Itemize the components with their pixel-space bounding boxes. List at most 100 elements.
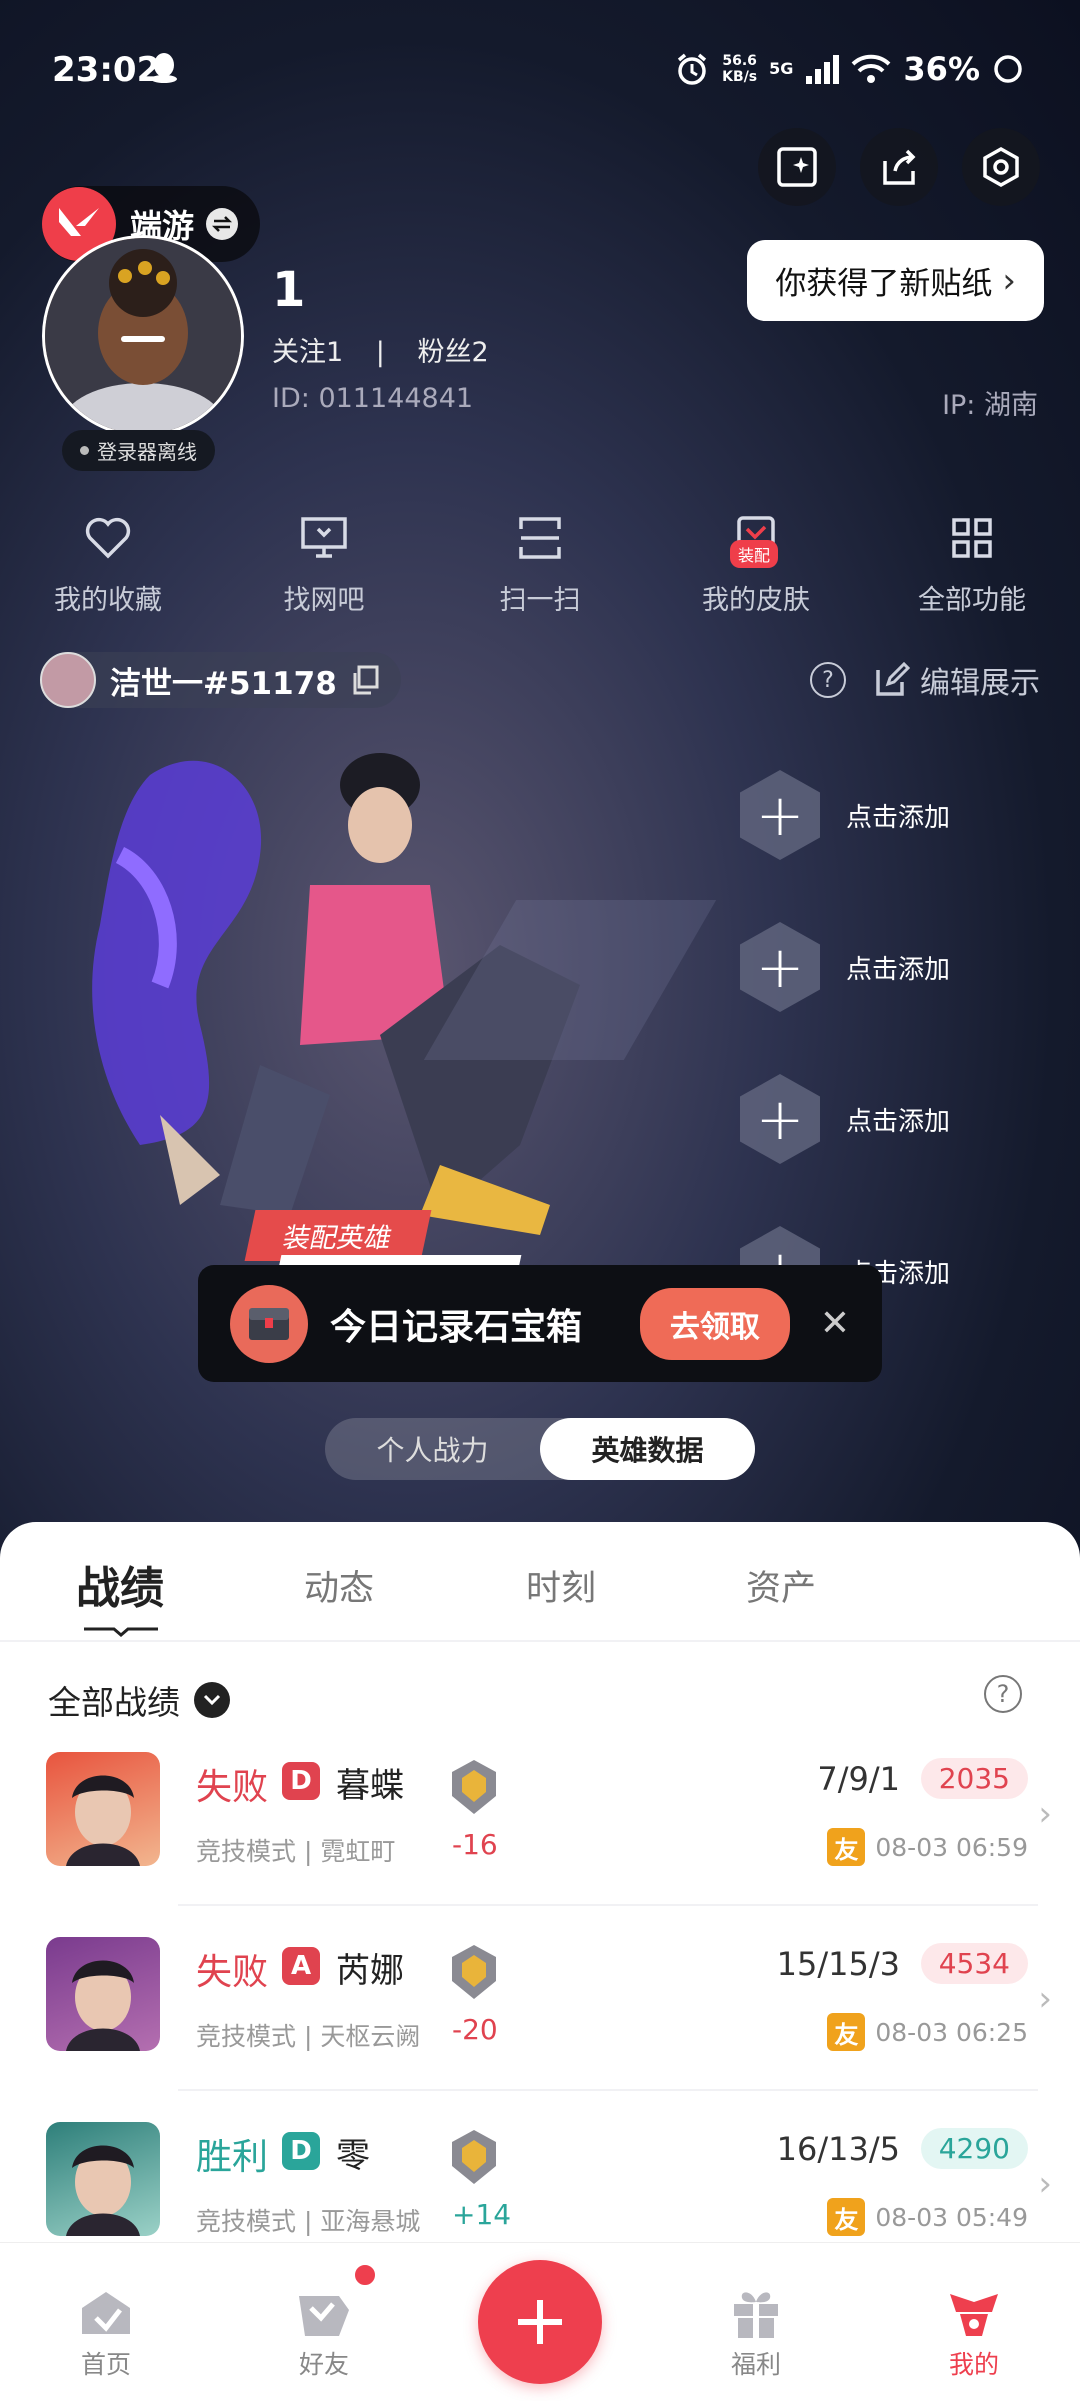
battery-text: 36% — [903, 50, 980, 88]
share-icon — [883, 149, 916, 185]
plus-icon: + — [740, 770, 820, 860]
match-mode: 竞技模式 | 天枢云阙 — [196, 2022, 421, 2051]
switch-icon — [206, 208, 239, 240]
status-time: 23:02 — [52, 50, 161, 90]
grid-icon — [952, 518, 992, 558]
quick-scan[interactable]: 扫一扫 — [440, 510, 640, 617]
rank-icon — [448, 1758, 500, 1816]
row-divider — [178, 2089, 1038, 2091]
friend-badge: 友 — [827, 2198, 866, 2236]
row-divider — [178, 1904, 1038, 1906]
gear-icon — [983, 146, 1019, 188]
agent-name: 零 — [336, 2136, 370, 2176]
tab-feed[interactable]: 动态 — [304, 1560, 374, 1611]
chest-text: 今日记录石宝箱 — [330, 1306, 583, 1348]
tooltip-text: 你获得了新贴纸 — [775, 266, 993, 302]
match-grade: A — [282, 1947, 320, 1985]
tab-assets[interactable]: 资产 — [746, 1560, 816, 1611]
nav-friends[interactable]: 好友 — [254, 2281, 394, 2381]
nav-benefits[interactable]: 福利 — [686, 2281, 826, 2381]
rank-delta: +14 — [452, 2198, 512, 2231]
alarm-icon — [678, 53, 707, 85]
close-icon[interactable]: ✕ — [820, 1303, 850, 1344]
status-right: 56.6 KB/s 5G 36% — [674, 50, 1024, 88]
match-meta: 友 08-03 06:59 — [827, 1828, 1028, 1866]
launcher-status: 登录器离线 — [62, 430, 215, 471]
status-dot — [80, 446, 89, 455]
stats-segment: 个人战力 英雄数据 — [325, 1418, 755, 1480]
friends-icon — [299, 2296, 349, 2336]
plus-icon: + — [740, 1074, 820, 1164]
tab-record[interactable]: 战绩 — [76, 1552, 164, 1616]
segment-personal-power[interactable]: 个人战力 — [325, 1418, 540, 1480]
combat-score: 4290 — [920, 2128, 1028, 2169]
settings-button[interactable] — [962, 128, 1040, 206]
player-avatar — [40, 652, 96, 708]
add-slot-1[interactable]: + 点击添加 — [740, 770, 950, 860]
gift-icon — [734, 2292, 778, 2338]
new-sticker-tooltip[interactable]: 你获得了新贴纸 › — [747, 240, 1044, 321]
ip-location: IP: 湖南 — [942, 390, 1038, 421]
edit-row: ? 编辑展示 — [810, 658, 1040, 702]
quick-netcafe[interactable]: 找网吧 — [224, 510, 424, 617]
chevron-right-icon: › — [1038, 2164, 1052, 2204]
player-name: 洁世一#51178 — [110, 665, 337, 702]
combat-score: 2035 — [920, 1758, 1028, 1799]
add-slot-3[interactable]: + 点击添加 — [740, 1074, 950, 1164]
plus-icon: + — [740, 922, 820, 1012]
copy-icon[interactable] — [351, 665, 379, 695]
match-time: 08-03 06:59 — [875, 1832, 1028, 1862]
match-mode: 竞技模式 | 亚海悬城 — [196, 2207, 421, 2236]
match-result: 胜利 — [196, 2137, 269, 2178]
equip-hero-tag: 装配英雄 — [244, 1210, 432, 1261]
nav-home[interactable]: 首页 — [36, 2281, 176, 2381]
chest-icon — [230, 1284, 308, 1363]
agent-name: 芮娜 — [336, 1951, 404, 1991]
top-actions — [758, 128, 1040, 206]
sticker-button[interactable] — [758, 128, 836, 206]
agent-avatar — [46, 2122, 160, 2236]
segment-hero-data[interactable]: 英雄数据 — [540, 1418, 755, 1480]
help-icon[interactable]: ? — [984, 1675, 1022, 1713]
add-slot-2[interactable]: + 点击添加 — [740, 922, 950, 1012]
quick-favorites[interactable]: 我的收藏 — [8, 510, 208, 617]
tab-moments[interactable]: 时刻 — [526, 1560, 596, 1611]
combat-score: 4534 — [920, 1943, 1028, 1984]
avatar[interactable] — [42, 235, 244, 437]
agent-avatar — [46, 1937, 160, 2051]
nav-me[interactable]: 我的 — [904, 2281, 1044, 2381]
record-filter[interactable]: 全部战绩 — [48, 1676, 230, 1724]
sticker-icon — [777, 147, 817, 187]
fans-count[interactable]: 粉丝2 — [417, 337, 488, 368]
kda: 15/15/3 — [776, 1945, 900, 1983]
net-speed: 56.6 KB/s — [722, 53, 758, 85]
quick-all-features[interactable]: 全部功能 — [872, 510, 1072, 617]
tab-divider — [0, 1640, 1080, 1642]
quick-actions: 我的收藏 找网吧 扫一扫 装配 我的皮肤 全部功能 — [0, 510, 1080, 617]
match-mode: 竞技模式 | 霓虹町 — [196, 1837, 396, 1866]
match-meta: 友 08-03 05:49 — [827, 2198, 1028, 2236]
follow-stats: 关注1 | 粉丝2 — [272, 337, 489, 368]
match-grade: D — [282, 2132, 320, 2170]
home-icon — [82, 2292, 130, 2334]
match-time: 08-03 05:49 — [875, 2202, 1028, 2232]
match-result: 失败 — [196, 1952, 269, 1993]
quick-skins[interactable]: 装配 我的皮肤 — [656, 510, 856, 617]
player-riot-id[interactable]: 洁世一#51178 — [40, 652, 401, 708]
chevron-down-icon — [194, 1682, 230, 1718]
friends-notification-dot — [352, 2262, 378, 2288]
edit-icon — [876, 662, 910, 696]
edit-showcase-button[interactable]: 编辑展示 — [874, 658, 1040, 702]
rank-icon — [448, 1943, 500, 2001]
claim-button[interactable]: 去领取 — [639, 1287, 790, 1360]
share-button[interactable] — [860, 128, 938, 206]
create-post-button[interactable] — [478, 2260, 602, 2384]
daily-chest-banner[interactable]: 今日记录石宝箱 去领取 ✕ — [198, 1265, 882, 1382]
help-icon[interactable]: ? — [810, 662, 846, 698]
me-icon — [950, 2294, 998, 2336]
follow-count[interactable]: 关注1 — [272, 337, 343, 368]
agent-name: 暮蝶 — [336, 1766, 404, 1806]
tab-indicator — [84, 1622, 158, 1637]
monitor-icon — [301, 517, 347, 558]
chevron-right-icon: › — [1002, 260, 1016, 301]
